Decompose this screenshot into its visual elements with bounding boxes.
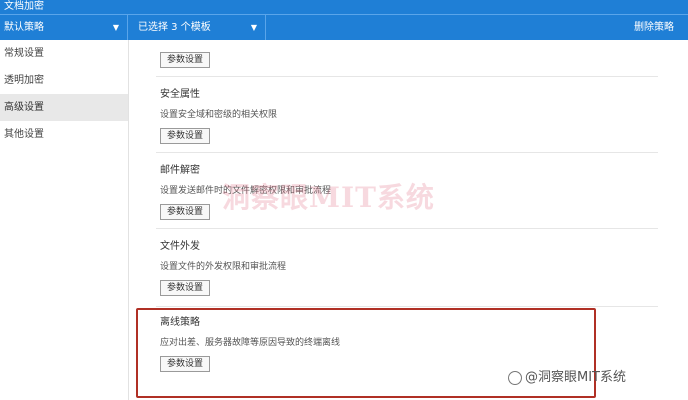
section-description: 设置安全域和密级的相关权限 (160, 110, 278, 120)
section-title: 文件外发 (160, 241, 200, 252)
template-dropdown-label: 已选择 3 个模板 (138, 22, 211, 33)
window-title: 文档加密 (0, 0, 688, 14)
settings-section: 参数设置 (160, 46, 688, 68)
logo-icon (508, 370, 522, 385)
params-button[interactable]: 参数设置 (160, 280, 211, 296)
divider (156, 306, 658, 307)
sidebar-item-general[interactable]: 常规设置 (0, 40, 128, 67)
chevron-down-icon: ▼ (112, 23, 119, 32)
corner-watermark: @洞察眼MIT系统 (508, 366, 626, 385)
divider (156, 228, 658, 229)
settings-section-security: 安全属性 设置安全域和密级的相关权限 参数设置 (160, 88, 688, 144)
template-dropdown[interactable]: 已选择 3 个模板 ▼ (130, 15, 266, 40)
chevron-down-icon: ▼ (250, 23, 257, 32)
policy-dropdown[interactable]: 默认策略 ▼ (0, 15, 128, 40)
section-title: 安全属性 (160, 89, 200, 100)
sidebar: 常规设置 透明加密 高级设置 其他设置 (0, 40, 129, 400)
section-description: 设置文件的外发权限和审批流程 (160, 262, 287, 272)
delete-policy-button[interactable]: 删除策略 (620, 15, 688, 40)
sidebar-item-advanced[interactable]: 高级设置 (0, 94, 128, 121)
params-button[interactable]: 参数设置 (160, 128, 211, 144)
params-button[interactable]: 参数设置 (160, 204, 211, 220)
settings-section-file-outgoing: 文件外发 设置文件的外发权限和审批流程 参数设置 (160, 240, 688, 296)
sidebar-item-other[interactable]: 其他设置 (0, 121, 128, 148)
corner-watermark-text: @洞察眼MIT系统 (525, 370, 626, 385)
divider (156, 76, 658, 77)
top-toolbar: 默认策略 ▼ 已选择 3 个模板 ▼ 删除策略 (0, 14, 688, 40)
sidebar-item-transparent-encryption[interactable]: 透明加密 (0, 67, 128, 94)
watermark: 洞察眼MIT系统 (222, 181, 435, 214)
params-button[interactable]: 参数设置 (160, 52, 211, 68)
divider (156, 152, 658, 153)
policy-dropdown-label: 默认策略 (4, 22, 44, 33)
